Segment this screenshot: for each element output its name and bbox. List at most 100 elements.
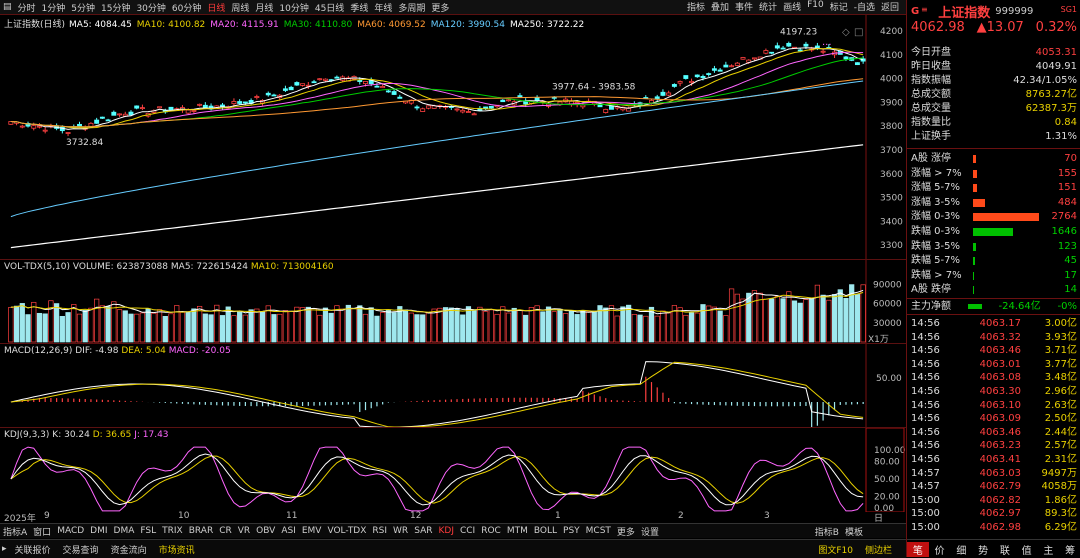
indicator-tab-right[interactable]: 模板 bbox=[842, 525, 866, 538]
period-tab[interactable]: 日线 bbox=[204, 1, 228, 14]
diamond-icon[interactable]: ◇ bbox=[842, 27, 850, 38]
sidebar-tab[interactable]: 筹 bbox=[1059, 542, 1080, 557]
volume-bar bbox=[534, 305, 540, 343]
volume-bar bbox=[65, 312, 71, 343]
period-tab[interactable]: 5分钟 bbox=[68, 1, 98, 14]
trade-tick-row: 14:56 4063.10 2.63亿 bbox=[911, 399, 1077, 411]
period-tab[interactable]: 季线 bbox=[347, 1, 371, 14]
volume-bar bbox=[780, 298, 786, 343]
footer-tab[interactable]: 资金流向 bbox=[105, 543, 153, 556]
indicator-tab[interactable]: ROC bbox=[478, 526, 504, 536]
indicator-tab[interactable]: 设置 bbox=[638, 525, 662, 538]
indicator-tab[interactable]: 指标A bbox=[0, 525, 30, 538]
toolbar-tool[interactable]: F10 bbox=[804, 0, 827, 13]
sidebar-tab[interactable]: 主 bbox=[1038, 542, 1060, 557]
sidebar-tab[interactable]: 势 bbox=[972, 542, 994, 557]
period-tab[interactable]: 1分钟 bbox=[39, 1, 69, 14]
footer-tab[interactable]: 交易查询 bbox=[57, 543, 105, 556]
sidebar-tab[interactable]: 价 bbox=[929, 542, 951, 557]
breadth-row: 跌幅 0-3% 1646 bbox=[911, 226, 1077, 237]
toolbar-tool[interactable]: 统计 bbox=[756, 0, 780, 13]
period-tab[interactable]: 15分钟 bbox=[98, 1, 133, 14]
period-tab[interactable]: 年线 bbox=[371, 1, 395, 14]
indicator-tab[interactable]: BRAR bbox=[186, 526, 216, 536]
footer-tab[interactable]: 市场资讯 bbox=[153, 543, 201, 556]
footer-right-tab[interactable]: 侧边栏 bbox=[859, 543, 898, 556]
maximize-icon[interactable]: □ bbox=[854, 27, 863, 38]
indicator-tab[interactable]: EMV bbox=[299, 526, 325, 536]
indicator-tab[interactable]: SAR bbox=[411, 526, 435, 536]
indicator-tab[interactable]: MTM bbox=[504, 526, 531, 536]
indicator-tab[interactable]: 更多 bbox=[614, 525, 638, 538]
indicator-tab[interactable]: KDJ bbox=[435, 526, 457, 536]
volume-bar bbox=[797, 302, 803, 343]
date-label: 12 bbox=[410, 511, 422, 521]
volume-panel: VOL-TDX(5,10) VOLUME: 623873088 MA5: 722… bbox=[0, 259, 906, 344]
indicator-tab[interactable]: RSI bbox=[369, 526, 390, 536]
volume-bar bbox=[231, 315, 237, 343]
indicator-tab-right[interactable]: 指标B bbox=[812, 525, 842, 538]
trade-tick-row: 14:56 4063.17 3.00亿 bbox=[911, 318, 1077, 329]
indicator-tab[interactable]: WR bbox=[390, 526, 411, 536]
indicator-tab[interactable]: TRIX bbox=[159, 526, 186, 536]
candle-body bbox=[740, 57, 746, 60]
volume-bar bbox=[134, 313, 140, 343]
more-icon[interactable]: ··· bbox=[822, 40, 832, 51]
toolbar-tool[interactable]: 标记 bbox=[827, 0, 851, 13]
period-tab[interactable]: 分时 bbox=[15, 1, 39, 14]
toolbar-tool[interactable]: -自选 bbox=[851, 0, 878, 13]
sidebar-tab[interactable]: 笔 bbox=[907, 541, 929, 557]
indicator-tab[interactable]: FSL bbox=[137, 526, 159, 536]
indicator-tab[interactable]: DMA bbox=[111, 526, 138, 536]
indicator-tab[interactable]: MACD bbox=[54, 526, 87, 536]
indicator-tab[interactable]: MCST bbox=[583, 526, 614, 536]
period-tab[interactable]: 月线 bbox=[252, 1, 276, 14]
macd-chart[interactable]: 50.00 bbox=[0, 344, 906, 428]
stock-menu-icon[interactable]: ≡ bbox=[921, 5, 928, 14]
volume-bar bbox=[477, 306, 483, 343]
toolbar-tool[interactable]: 画线 bbox=[780, 0, 804, 13]
sidebar-tab[interactable]: 细 bbox=[951, 542, 973, 557]
period-tab[interactable]: 多周期 bbox=[395, 1, 428, 14]
volume-bar bbox=[122, 310, 128, 343]
candle-body bbox=[763, 50, 769, 54]
candlestick-chart[interactable]: 4200 4100 4000 3900 3800 3700 3600 3500 3400 3300… bbox=[0, 15, 906, 260]
period-tab[interactable]: 60分钟 bbox=[169, 1, 204, 14]
indicator-tab[interactable]: VR bbox=[235, 526, 253, 536]
volume-bar bbox=[271, 314, 277, 343]
sidebar-tab[interactable]: 联 bbox=[994, 542, 1016, 557]
indicator-tab[interactable]: 窗口 bbox=[30, 525, 54, 538]
candle-body bbox=[506, 99, 511, 102]
volume-chart[interactable]: 900006000030000X1万 bbox=[0, 260, 906, 344]
quote-info-row: 总成交额 8763.27亿 bbox=[911, 89, 1077, 100]
volume-bar bbox=[368, 307, 374, 343]
indicator-tab[interactable]: BOLL bbox=[531, 526, 560, 536]
indicator-tab[interactable]: ASI bbox=[278, 526, 299, 536]
toolbar-tool[interactable]: 事件 bbox=[732, 0, 756, 13]
volume-bar bbox=[340, 308, 346, 343]
footer-right-tab[interactable]: 图文F10 bbox=[812, 543, 859, 556]
toolbar-tool[interactable]: 返回 bbox=[878, 0, 902, 13]
volume-bar bbox=[156, 309, 163, 343]
indicator-tab[interactable]: OBV bbox=[253, 526, 278, 536]
toolbar-tool[interactable]: 指标 bbox=[684, 0, 708, 13]
footer-toggle-icon[interactable]: ▸ bbox=[0, 544, 9, 554]
kdj-chart[interactable]: 100.0080.0050.0020.000.00 bbox=[0, 428, 906, 512]
indicator-tab[interactable]: CR bbox=[216, 526, 235, 536]
period-tab[interactable]: 10分钟 bbox=[276, 1, 311, 14]
period-tab[interactable]: 更多 bbox=[428, 1, 452, 14]
volume-bar bbox=[454, 308, 460, 343]
period-tab[interactable]: 周线 bbox=[228, 1, 252, 14]
sidebar-tab[interactable]: 值 bbox=[1016, 542, 1038, 557]
indicator-tab[interactable]: PSY bbox=[560, 526, 583, 536]
toolbar-menu-icon[interactable]: ▤ bbox=[0, 2, 15, 12]
indicator-tab[interactable]: DMI bbox=[87, 526, 110, 536]
indicator-tab[interactable]: CCI bbox=[457, 526, 478, 536]
period-tab[interactable]: 45日线 bbox=[312, 1, 347, 14]
candle-body bbox=[752, 57, 757, 60]
volume-bar bbox=[728, 288, 735, 343]
period-tab[interactable]: 30分钟 bbox=[133, 1, 168, 14]
toolbar-tool[interactable]: 叠加 bbox=[708, 0, 732, 13]
footer-tab[interactable]: 关联报价 bbox=[9, 543, 57, 556]
indicator-tab[interactable]: VOL-TDX bbox=[324, 526, 369, 536]
